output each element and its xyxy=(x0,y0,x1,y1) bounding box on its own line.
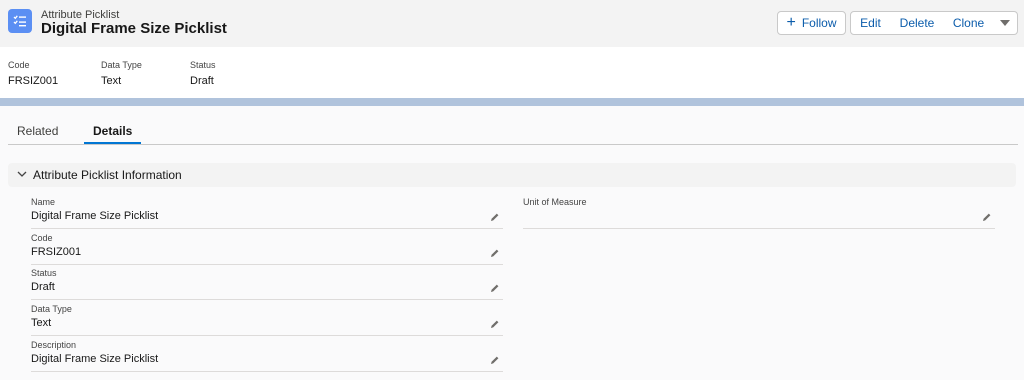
chevron-down-icon xyxy=(1000,20,1010,26)
field-label: Description xyxy=(31,340,77,350)
highlight-code: Code FRSIZ001 xyxy=(8,60,58,87)
page-band xyxy=(0,98,1024,106)
pencil-icon[interactable] xyxy=(490,319,500,329)
pencil-icon[interactable] xyxy=(490,283,500,293)
field-value: Digital Frame Size Picklist xyxy=(31,210,159,222)
picklist-list-icon xyxy=(8,9,32,33)
field-description: Description Digital Frame Size Picklist xyxy=(31,340,503,372)
field-name: Name Digital Frame Size Picklist xyxy=(31,197,503,229)
highlight-label: Data Type xyxy=(101,60,142,70)
field-value: Digital Frame Size Picklist xyxy=(31,353,159,365)
field-label: Status xyxy=(31,268,57,278)
tab-details[interactable]: Details xyxy=(93,124,132,138)
highlight-status: Status Draft xyxy=(190,60,216,87)
more-actions-button[interactable] xyxy=(993,11,1018,35)
field-unit-of-measure: Unit of Measure xyxy=(523,197,995,229)
highlight-value: Draft xyxy=(190,75,214,87)
pencil-icon[interactable] xyxy=(982,212,992,222)
field-label: Name xyxy=(31,197,56,207)
field-value: FRSIZ001 xyxy=(31,246,82,258)
follow-label: Follow xyxy=(801,16,837,30)
plus-icon: + xyxy=(786,14,796,31)
clone-button[interactable]: Clone xyxy=(944,11,994,35)
delete-button[interactable]: Delete xyxy=(890,11,945,35)
highlight-data-type: Data Type Text xyxy=(101,60,142,87)
tab-related[interactable]: Related xyxy=(17,124,58,138)
field-label: Code xyxy=(31,233,53,243)
pencil-icon[interactable] xyxy=(490,212,500,222)
field-label: Data Type xyxy=(31,304,72,314)
field-label: Unit of Measure xyxy=(523,197,587,207)
chevron-down-icon[interactable] xyxy=(17,169,27,179)
active-tab-indicator xyxy=(84,142,141,144)
highlight-label: Status xyxy=(190,60,216,70)
edit-button[interactable]: Edit xyxy=(850,11,891,35)
field-data-type: Data Type Text xyxy=(31,304,503,336)
tabs-divider xyxy=(8,144,1018,145)
highlight-label: Code xyxy=(8,60,30,70)
field-status: Status Draft xyxy=(31,268,503,300)
section-title: Attribute Picklist Information xyxy=(33,168,182,182)
field-value: Draft xyxy=(31,281,55,293)
field-code: Code FRSIZ001 xyxy=(31,233,503,265)
pencil-icon[interactable] xyxy=(490,355,500,365)
highlight-value: Text xyxy=(101,75,122,87)
record-title: Digital Frame Size Picklist xyxy=(41,20,227,37)
pencil-icon[interactable] xyxy=(490,248,500,258)
highlight-value: FRSIZ001 xyxy=(8,75,59,87)
follow-button[interactable]: + Follow xyxy=(777,11,846,35)
field-value: Text xyxy=(31,317,52,329)
